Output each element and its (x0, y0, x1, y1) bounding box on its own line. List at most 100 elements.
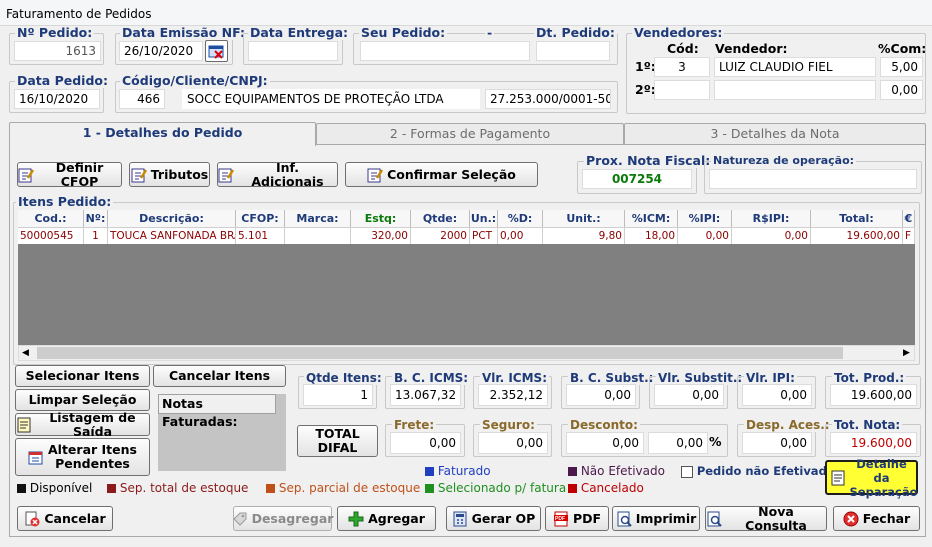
vendedor-2-nome[interactable] (714, 80, 876, 100)
cancelar-button[interactable]: Cancelar (17, 506, 113, 531)
col-estq[interactable]: Estq: (351, 210, 411, 227)
data-pedido-field[interactable]: 16/10/2020 (14, 89, 100, 109)
cell-cod: 50000545 (18, 228, 84, 244)
inf-adicionais-button[interactable]: Inf. Adicionais (217, 160, 338, 188)
vendedor-2-com[interactable]: 0,00 (880, 80, 923, 100)
col-total[interactable]: Total: (811, 210, 903, 227)
pdf-button[interactable]: PDF PDF (545, 506, 609, 531)
data-emissao-field[interactable]: 26/10/2020 (119, 41, 203, 61)
calendar-clear-icon[interactable] (205, 40, 228, 62)
seguro-field[interactable]: 0,00 (478, 432, 548, 454)
fechar-button[interactable]: Fechar (833, 506, 920, 531)
legend-sep-parcial-text: Sep. parcial de estoque (278, 481, 421, 495)
limpar-selecao-button[interactable]: Limpar Seleção (15, 389, 150, 411)
gerar-op-button[interactable]: Gerar OP (446, 506, 541, 531)
cliente-codigo-field[interactable]: 466 (119, 89, 165, 109)
cancelar-itens-label: Cancelar Itens (168, 368, 271, 383)
tab-detalhes-nota[interactable]: 3 - Detalhes da Nota (624, 123, 926, 144)
notas-faturadas-label: Notas Faturadas: (158, 394, 276, 429)
col-num[interactable]: Nº: (84, 210, 108, 227)
vendedor-1-nome[interactable]: LUIZ CLAUDIO FIEL (714, 57, 876, 77)
vlr-icms-label: Vlr. ICMS: (480, 371, 549, 385)
agregar-label: Agregar (368, 510, 425, 526)
desp-aces-field[interactable]: 0,00 (742, 432, 812, 454)
legend-disponivel-text: Disponível (29, 481, 93, 495)
vlr-subst-label: Vlr. Substit.: (656, 371, 745, 385)
selecionar-itens-button[interactable]: Selecionar Itens (15, 365, 150, 387)
total-difal-button[interactable]: TOTAL DIFAL (297, 425, 378, 457)
col-desc-pct[interactable]: %D: (498, 210, 543, 227)
tributos-button[interactable]: Tributos (129, 162, 210, 187)
col-unit[interactable]: Unit.: (543, 210, 625, 227)
desagregar-button[interactable]: Desagregar (232, 506, 333, 531)
scroll-thumb[interactable] (37, 347, 843, 359)
natureza-field[interactable] (709, 169, 917, 189)
frete-field[interactable]: 0,00 (390, 432, 461, 454)
plus-icon (348, 511, 364, 527)
cell-extra: F (903, 228, 915, 244)
desconto-pct-field[interactable]: 0,00 (648, 432, 708, 454)
checkbox-icon[interactable] (681, 465, 693, 478)
imprimir-button[interactable]: Imprimir (612, 506, 700, 531)
cliente-label: Código/Cliente/CNPJ: (120, 73, 270, 88)
data-entrega-field[interactable] (248, 41, 338, 61)
desconto-field[interactable]: 0,00 (566, 432, 644, 454)
selecionar-itens-label: Selecionar Itens (25, 368, 140, 383)
scroll-left-icon[interactable]: ◀ (22, 348, 29, 358)
vlr-subst-field: 0,00 (654, 384, 724, 406)
nova-consulta-button[interactable]: Nova Consulta (705, 504, 827, 532)
pedido-nao-efetivado-checkbox[interactable]: Pedido não Efetivado (681, 464, 835, 478)
agregar-button[interactable]: Agregar (337, 506, 436, 531)
tab-detalhes-pedido[interactable]: 1 - Detalhes do Pedido (9, 122, 316, 146)
edit-icon (131, 167, 147, 183)
col-cod[interactable]: Cod.: (18, 210, 84, 227)
listagem-saida-button[interactable]: Listagem de Saída (15, 410, 150, 438)
col-descricao[interactable]: Descrição: (108, 210, 236, 227)
pdf-label: PDF (572, 510, 602, 526)
tab-formas-pagamento[interactable]: 2 - Formas de Pagamento (316, 123, 624, 144)
print-preview-icon (616, 511, 632, 527)
detalhe-separacao-button[interactable]: Detalhe da Separação (825, 457, 918, 499)
alterar-itens-label: Alterar Itens Pendentes (48, 442, 137, 471)
legend-swatch (425, 467, 434, 476)
dt-pedido-field[interactable] (536, 41, 610, 61)
col-cfop[interactable]: CFOP: (236, 210, 285, 227)
col-rsipi[interactable]: R$IPI: (732, 210, 811, 227)
itens-label: Itens Pedido: (16, 194, 114, 209)
alterar-itens-pendentes-button[interactable]: Alterar Itens Pendentes (15, 438, 150, 476)
legend-swatch (107, 484, 116, 493)
vendedor-1-cod[interactable]: 3 (654, 57, 710, 77)
calendar-edit-icon (28, 449, 44, 465)
col-ipi[interactable]: %IPI: (678, 210, 732, 227)
desconto-pct-sign: % (709, 434, 722, 449)
numero-pedido-field[interactable]: 1613 (14, 41, 101, 61)
window-title-bar: Faturamento de Pedidos (0, 0, 932, 26)
vlr-ipi-field: 0,00 (742, 384, 812, 406)
legend-sep-parcial: Sep. parcial de estoque (266, 481, 420, 495)
vendedor-1-com[interactable]: 5,00 (880, 57, 923, 77)
col-icm[interactable]: %ICM: (625, 210, 678, 227)
itens-grid-empty-area (18, 244, 915, 345)
col-marca[interactable]: Marca: (285, 210, 351, 227)
confirmar-selecao-button[interactable]: Confirmar Seleção (345, 162, 538, 187)
cliente-nome-field: SOCC EQUIPAMENTOS DE PROTEÇÃO LTDA (182, 89, 480, 109)
vendedor-2-cod[interactable] (654, 80, 710, 100)
scroll-right-icon[interactable]: ▶ (903, 348, 910, 358)
col-extra[interactable]: € (903, 210, 915, 227)
legend-swatch (17, 484, 26, 493)
legend-cancelado: Cancelado (568, 481, 644, 495)
legend-faturado-text: Faturado (437, 464, 491, 478)
cancelar-itens-button[interactable]: Cancelar Itens (153, 365, 286, 387)
edit-icon (18, 167, 35, 183)
col-qtde[interactable]: Qtde: (411, 210, 470, 227)
vendedores-col-cod: Cód: (667, 41, 699, 56)
definir-cfop-label: Definir CFOP (55, 159, 104, 189)
horizontal-scrollbar[interactable]: ◀ ▶ (18, 345, 915, 361)
seu-pedido-field[interactable] (360, 41, 530, 61)
qtde-itens-label: Qtde Itens: (304, 371, 384, 385)
definir-cfop-button[interactable]: Definir CFOP (17, 159, 122, 189)
close-icon (843, 511, 859, 527)
col-un[interactable]: Un.: (470, 210, 498, 227)
table-row[interactable]: 50000545 1 TOUCA SANFONADA BRA 5.101 320… (18, 228, 915, 244)
svg-text:PDF: PDF (555, 516, 565, 522)
